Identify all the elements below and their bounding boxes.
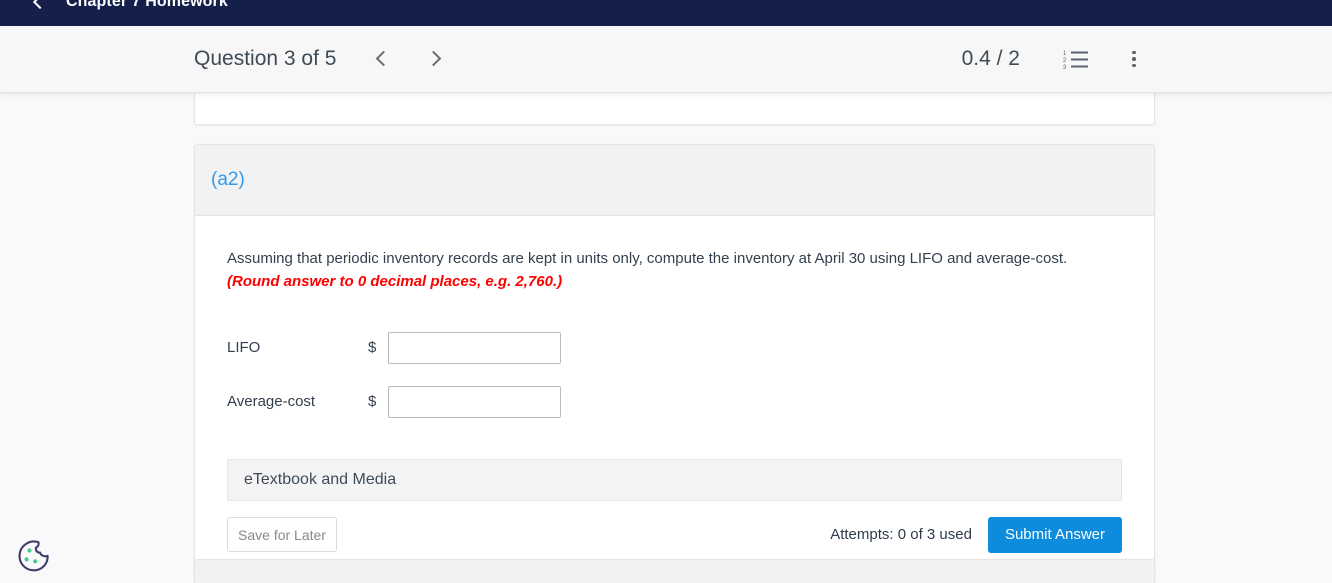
question-counter-label: Question 3 of 5 <box>194 47 337 70</box>
question-scroll-area[interactable]: Attempts: 2 of 3 used (a2) Assuming that… <box>0 93 1332 583</box>
answer-rows: LIFO $ Average-cost $ <box>227 321 1122 429</box>
question-prompt-text: Assuming that periodic inventory records… <box>227 250 1068 267</box>
submit-answer-button[interactable]: Submit Answer <box>987 516 1122 553</box>
question-toolbar: Question 3 of 5 0.4 / 2 1 2 3 <box>0 26 1332 93</box>
next-part-header <box>195 560 1154 583</box>
breadcrumb: Chapter 7 Homework <box>66 0 228 10</box>
rounding-hint: (Round answer to 0 decimal places, e.g. … <box>227 272 563 290</box>
currency-symbol-average-cost: $ <box>368 393 377 410</box>
svg-text:2: 2 <box>1063 58 1067 64</box>
score-display: 0.4 / 2 <box>961 47 1020 70</box>
actions-right-group: Attempts: 0 of 3 used Submit Answer <box>830 516 1122 553</box>
question-prompt: Assuming that periodic inventory records… <box>227 248 1122 293</box>
part-a2-header: (a2) <box>195 145 1154 216</box>
average-cost-answer-input[interactable] <box>388 385 561 418</box>
previous-question-button[interactable] <box>366 42 400 76</box>
currency-symbol-lifo: $ <box>368 339 377 356</box>
app-bar: Chapter 7 Homework <box>0 0 1332 26</box>
svg-text:1: 1 <box>1063 51 1067 57</box>
toolbar-right-group: 0.4 / 2 1 2 3 <box>962 47 1146 71</box>
etextbook-and-media-bar[interactable]: eTextbook and Media <box>227 458 1122 501</box>
answer-row-lifo: LIFO $ <box>227 321 1122 375</box>
next-part-card <box>194 559 1155 583</box>
next-question-button[interactable] <box>418 42 452 76</box>
part-a2-actions: Save for Later Attempts: 0 of 3 used Sub… <box>227 516 1122 553</box>
back-chevron-icon[interactable] <box>30 0 46 10</box>
numbered-list-icon[interactable]: 1 2 3 <box>1062 47 1090 71</box>
answer-label-average-cost: Average-cost <box>227 393 316 410</box>
part-label: (a2) <box>211 169 245 190</box>
etextbook-and-media-label: eTextbook and Media <box>244 470 397 488</box>
part-a2-body: Assuming that periodic inventory records… <box>195 216 1154 577</box>
svg-text:3: 3 <box>1063 65 1067 69</box>
answer-row-average-cost: Average-cost $ <box>227 375 1122 429</box>
attempts-text: Attempts: 0 of 3 used <box>830 526 972 543</box>
save-for-later-button[interactable]: Save for Later <box>227 517 337 552</box>
part-a2-card: (a2) Assuming that periodic inventory re… <box>194 144 1155 578</box>
lifo-answer-input[interactable] <box>388 331 561 364</box>
answer-label-lifo: LIFO <box>227 339 261 356</box>
kebab-menu-icon[interactable] <box>1122 47 1146 71</box>
previous-part-card: Attempts: 2 of 3 used <box>194 93 1155 125</box>
cookie-icon[interactable] <box>14 537 52 575</box>
